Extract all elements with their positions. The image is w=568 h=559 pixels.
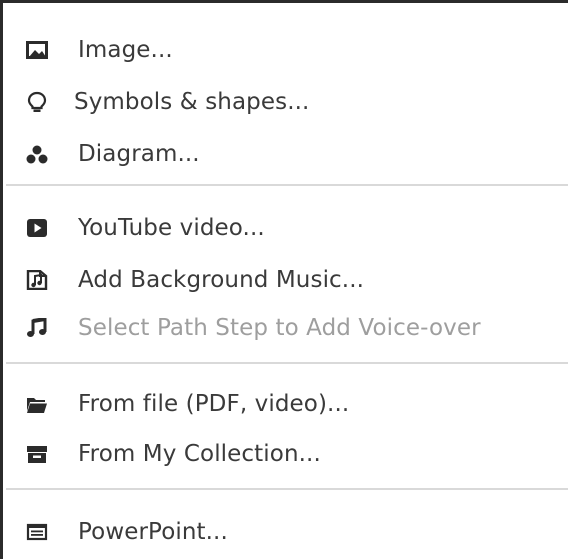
menu-item-label: From My Collection... [78, 441, 321, 467]
collection-box-icon [27, 446, 47, 463]
music-file-icon [26, 270, 48, 290]
diagram-icon [26, 145, 48, 164]
menu-item-label: YouTube video... [78, 215, 265, 241]
menu-item-powerpoint[interactable]: PowerPoint... [6, 510, 566, 554]
image-icon [26, 41, 48, 59]
menu-item-label: Image... [78, 37, 173, 63]
menu-item-symbols-shapes[interactable]: Symbols & shapes... [6, 80, 566, 124]
menu-item-label: Diagram... [78, 141, 200, 167]
menu-item-label: Select Path Step to Add Voice-over [78, 315, 481, 341]
menu-item-label: Add Background Music... [78, 267, 365, 293]
menu-item-from-file[interactable]: From file (PDF, video)... [6, 382, 566, 426]
menu-item-label: Symbols & shapes... [74, 89, 310, 115]
menu-separator [6, 362, 568, 364]
youtube-play-icon [27, 219, 47, 237]
menu-item-add-background-music[interactable]: Add Background Music... [6, 258, 566, 302]
folder-open-icon [27, 398, 47, 413]
menu-item-youtube-video[interactable]: YouTube video... [6, 206, 566, 250]
menu-separator [6, 184, 568, 186]
insert-menu: Image... Symbols & shapes... Diagram... … [0, 0, 568, 559]
menu-separator [6, 488, 568, 490]
presentation-icon [26, 523, 48, 541]
menu-item-add-voice-over: Select Path Step to Add Voice-over [6, 306, 566, 350]
lightbulb-icon [27, 91, 47, 112]
menu-item-image[interactable]: Image... [6, 28, 566, 72]
menu-item-label: PowerPoint... [78, 519, 228, 545]
menu-item-diagram[interactable]: Diagram... [6, 132, 566, 176]
menu-item-from-my-collection[interactable]: From My Collection... [6, 432, 566, 476]
music-note-icon [27, 318, 47, 337]
menu-item-label: From file (PDF, video)... [78, 391, 350, 417]
